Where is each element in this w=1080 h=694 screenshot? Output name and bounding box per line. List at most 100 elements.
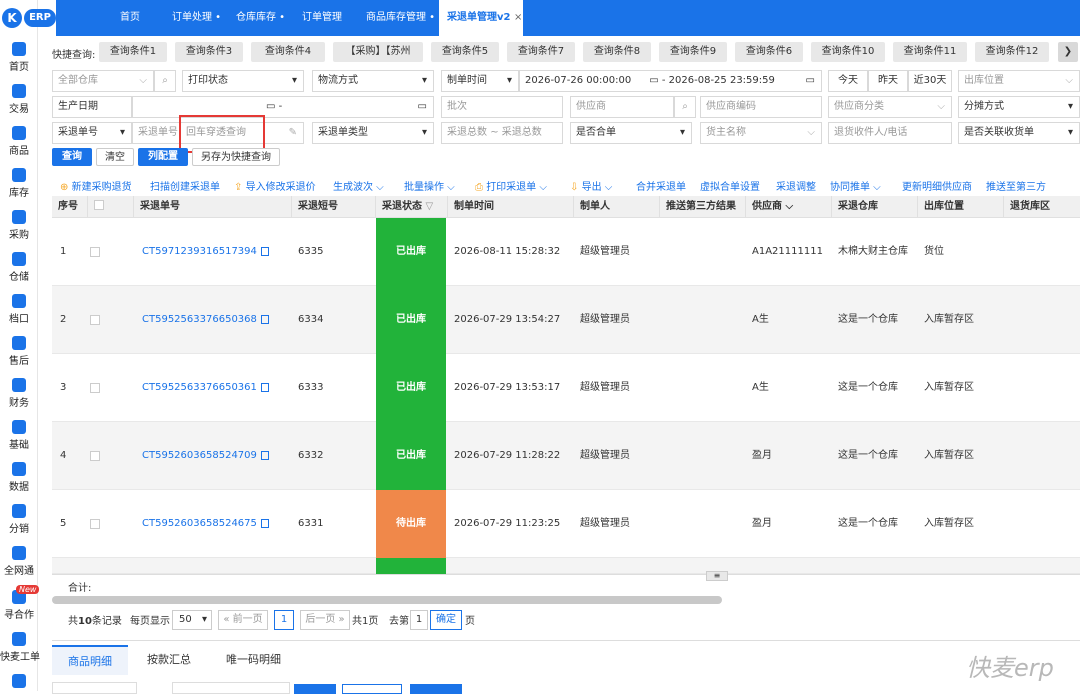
detail-columns-button[interactable] (410, 684, 462, 694)
sidebar-item-cooperate[interactable]: 寻合作 (0, 590, 38, 621)
next-page-button[interactable]: 后一页 » (300, 610, 350, 630)
col-creator[interactable]: 制单人 (574, 196, 660, 218)
related-select[interactable]: 是否关联收货单 ▾ (958, 122, 1080, 144)
sidebar-item-more[interactable] (0, 674, 38, 688)
app-logo[interactable]: K ERP (2, 8, 56, 28)
table-row[interactable]: 1 CT5971239316517394 6335 已出库 2026-08-11… (52, 218, 1080, 286)
sidebar-item-goods[interactable]: 商品 (0, 126, 38, 157)
filter-icon[interactable]: ▽ (425, 201, 433, 212)
merged-select[interactable]: 是否合单 ▾ (570, 122, 692, 144)
receiver-input[interactable]: 退货收件人/电话 (828, 122, 952, 144)
supplier-code-input[interactable]: 供应商编码 (700, 96, 822, 118)
prod-date-range[interactable]: ▭ - ▭ (132, 96, 434, 118)
return-no-link[interactable]: CT5952603658524709 (142, 422, 269, 490)
close-icon[interactable]: × (514, 12, 522, 23)
virtual-merge-action[interactable]: 虚拟合单设置 (700, 178, 760, 193)
sidebar-item-finance[interactable]: 财务 (0, 378, 38, 409)
sidebar-item-basic[interactable]: 基础 (0, 420, 38, 451)
tab-home[interactable]: 首页 (120, 0, 140, 36)
sidebar-item-purchase[interactable]: 采购 (0, 210, 38, 241)
tab-order-manage[interactable]: 订单管理 (302, 0, 342, 36)
new-return-action[interactable]: ⊕ 新建采购退货 (60, 178, 132, 193)
row-checkbox[interactable] (90, 247, 100, 257)
supplier-input[interactable]: 供应商 (570, 96, 674, 118)
col-out-position[interactable]: 出库位置 (918, 196, 1004, 218)
chevron-down-icon[interactable]: ⌵ (785, 201, 793, 212)
sidebar-item-aftersale[interactable]: 售后 (0, 336, 38, 367)
update-supplier-action[interactable]: 更新明细供应商 (902, 178, 972, 193)
quick-query-item[interactable]: 查询条件12 (975, 42, 1049, 62)
export-action[interactable]: ⇩ 导出 ⌵ (570, 178, 612, 193)
tab-return-order-v2[interactable]: 采退单管理v2 × (439, 0, 523, 36)
tab-goods-stock[interactable]: 商品库存管理 • (366, 0, 435, 36)
prev-page-button[interactable]: « 前一页 (218, 610, 268, 630)
return-no-link[interactable]: CT5952603658524675 (142, 490, 269, 558)
table-row[interactable] (52, 558, 1080, 574)
quick-query-item[interactable]: 【采购】【苏州 (333, 42, 423, 62)
tab-order-process[interactable]: 订单处理 • (172, 0, 221, 36)
batch-op-action[interactable]: 批量操作 ⌵ (404, 178, 455, 193)
tab-style-summary[interactable]: 按款汇总 (147, 645, 191, 675)
print-status-select[interactable]: 打印状态 ▾ (182, 70, 304, 92)
return-no-type-select[interactable]: 采退单号 ▾ (52, 122, 132, 144)
adjust-action[interactable]: 采退调整 (776, 178, 816, 193)
col-select[interactable] (88, 196, 134, 218)
col-return-area[interactable]: 退货库区 (1004, 196, 1080, 218)
return-type-select[interactable]: 采退单类型 ▾ (312, 122, 434, 144)
sidebar-item-stall[interactable]: 档口 (0, 294, 38, 325)
supplier-category-select[interactable]: 供应商分类 ⌵ (828, 96, 952, 118)
goto-confirm-button[interactable]: 确定 (430, 610, 462, 630)
sidebar-item-trade[interactable]: 交易 (0, 84, 38, 115)
return-no-link[interactable]: CT5971239316517394 (142, 218, 269, 286)
quick-query-item[interactable]: 查询条件5 (431, 42, 499, 62)
sidebar-item-storage[interactable]: 仓储 (0, 252, 38, 283)
clear-button[interactable]: 清空 (96, 148, 134, 166)
copy-icon[interactable] (260, 518, 269, 528)
print-action[interactable]: ⎙ 打印采退单 ⌵ (475, 178, 547, 193)
table-row[interactable]: 4 CT5952603658524709 6332 已出库 2026-07-29… (52, 422, 1080, 490)
owner-select[interactable]: 货主名称 ⌵ (700, 122, 822, 144)
row-checkbox[interactable] (90, 519, 100, 529)
row-checkbox[interactable] (90, 315, 100, 325)
table-row[interactable]: 2 CT5952563376650368 6334 已出库 2026-07-29… (52, 286, 1080, 354)
col-short-no[interactable]: 采退短号 (292, 196, 376, 218)
sidebar-item-home[interactable]: 首页 (0, 42, 38, 73)
col-warehouse[interactable]: 采退仓库 (832, 196, 918, 218)
quick-query-item[interactable]: 查询条件1 (99, 42, 167, 62)
quick-query-item[interactable]: 查询条件3 (175, 42, 243, 62)
goto-page-input[interactable]: 1 (410, 610, 428, 630)
quick-query-item[interactable]: 查询条件9 (659, 42, 727, 62)
quick-query-more-icon[interactable]: ❯ (1058, 42, 1078, 62)
per-page-select[interactable]: 50 ▾ (172, 610, 212, 630)
row-checkbox[interactable] (90, 451, 100, 461)
col-return-no[interactable]: 采退单号 (134, 196, 292, 218)
return-no-link[interactable]: CT5952563376650368 (142, 286, 269, 354)
sidebar-item-data[interactable]: 数据 (0, 462, 38, 493)
col-supplier[interactable]: 供应商 ⌵ (746, 196, 832, 218)
quick-query-item[interactable]: 查询条件7 (507, 42, 575, 62)
sidebar-item-network[interactable]: 全网通 (0, 546, 38, 577)
return-no-input[interactable]: 采退单号 (132, 122, 180, 144)
select-all-checkbox[interactable] (94, 200, 104, 210)
quick-query-item[interactable]: 查询条件8 (583, 42, 651, 62)
copy-icon[interactable] (260, 450, 269, 460)
horizontal-scrollbar[interactable] (52, 596, 722, 604)
logistics-select[interactable]: 物流方式 ▾ (312, 70, 434, 92)
detail-filter-input[interactable] (52, 682, 137, 694)
search-icon[interactable]: ⌕ (154, 70, 176, 92)
detail-filter-input[interactable] (172, 682, 290, 694)
resize-handle-icon[interactable]: ≡ (706, 571, 728, 581)
warehouse-select[interactable]: 全部仓库 ⌵ (52, 70, 154, 92)
tab-warehouse-stock[interactable]: 仓库库存 • (236, 0, 285, 36)
tab-goods-detail[interactable]: 商品明细 (52, 645, 128, 675)
col-status[interactable]: 采退状态 ▽ (376, 196, 448, 218)
total-range-input[interactable]: 采退总数 ~ 采退总数 (441, 122, 563, 144)
query-button[interactable]: 查询 (52, 148, 92, 166)
row-checkbox[interactable] (90, 383, 100, 393)
time-type-select[interactable]: 制单时间 ▾ (441, 70, 519, 92)
tab-unique-code[interactable]: 唯一码明细 (226, 645, 281, 675)
today-button[interactable]: 今天 (828, 70, 868, 92)
import-price-action[interactable]: ⇪ 导入修改采退价 (234, 178, 316, 193)
coop-push-action[interactable]: 协同推单 ⌵ (830, 178, 881, 193)
batch-input[interactable]: 批次 (441, 96, 563, 118)
